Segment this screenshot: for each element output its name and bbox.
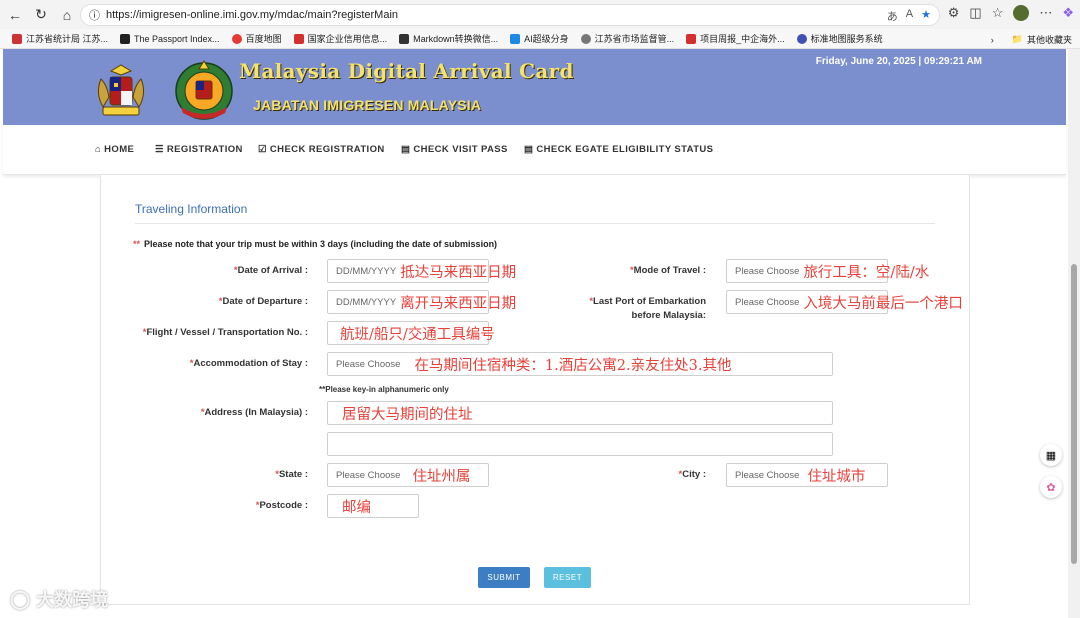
other-bookmarks[interactable]: › 📁 其他收藏夹 <box>991 33 1072 46</box>
bookmark-item[interactable]: Markdown转换微信... <box>399 32 498 45</box>
site-subtitle: JABATAN IMIGRESEN MALAYSIA <box>253 97 482 113</box>
date-of-arrival-label: *Date of Arrival : <box>233 265 308 276</box>
copilot-icon[interactable]: ❖ <box>1062 5 1074 21</box>
bookmark-icon <box>12 33 22 44</box>
document-icon: ▤ <box>401 144 411 155</box>
accommodation-label: *Accommodation of Stay : <box>189 358 308 369</box>
page-content: Malaysia Digital Arrival Card JABATAN IM… <box>0 49 1068 618</box>
nav-registration[interactable]: ☰ REGISTRATION <box>155 144 243 155</box>
watermark-logo-icon: ◯ <box>10 588 31 609</box>
scrollbar-thumb[interactable] <box>1071 264 1077 564</box>
globe-icon <box>796 33 807 44</box>
address-line-1-input[interactable]: 居留大马期间的住址 <box>327 401 833 425</box>
annotation-departure: 离开马来西亚日期 <box>400 295 517 312</box>
address-bar[interactable]: ⓘ https://imigresen-online.imi.gov.my/md… <box>80 4 940 26</box>
ai-icon <box>510 33 521 44</box>
annotation-mode: 旅行工具：空/陆/水 <box>803 264 930 281</box>
divider <box>135 223 935 224</box>
alphanumeric-hint: **Please key-in alphanumeric only <box>319 385 449 394</box>
nav-check-registration[interactable]: ☑ CHECK REGISTRATION <box>258 144 385 155</box>
bookmark-icon <box>120 33 131 44</box>
address-line-2-input[interactable] <box>327 432 833 456</box>
annotation-state: 住址州属 <box>412 468 471 485</box>
annotation-last-port: 入境大马前最后一个港口 <box>803 295 963 312</box>
date-of-departure-input[interactable]: DD/MM/YYYY 离开马来西亚日期 <box>327 290 516 314</box>
submit-button[interactable]: SUBMIT <box>478 567 530 588</box>
split-screen-icon[interactable]: ◫ <box>969 5 981 21</box>
home-icon: ⌂ <box>95 144 102 155</box>
folder-icon: 📁 <box>1011 34 1023 44</box>
flight-number-label: *Flight / Vessel / Transportation No. : <box>142 327 308 338</box>
state-label: *State : <box>275 469 308 480</box>
reload-icon[interactable]: ↻ <box>28 2 54 28</box>
apps-icon[interactable]: ▦ <box>1040 444 1062 466</box>
nav-check-egate[interactable]: ▤ CHECK EGATE ELIGIBILITY STATUS <box>524 144 713 155</box>
bookmark-item[interactable]: 项目周报_中企海外... <box>686 32 785 45</box>
favorites-icon[interactable]: ☆ <box>992 5 1004 21</box>
profile-avatar[interactable] <box>1013 5 1030 21</box>
annotation-arrival: 抵达马来西亚日期 <box>400 264 517 281</box>
trip-note: ** Please note that your trip must be wit… <box>133 239 498 249</box>
translate-icon[interactable]: あ <box>887 8 898 24</box>
bookmark-item[interactable]: AI超级分身 <box>510 32 569 45</box>
section-title: Traveling Information <box>135 202 248 216</box>
annotation-postcode: 邮编 <box>342 499 371 516</box>
nav-home[interactable]: ⌂ HOME <box>95 144 134 155</box>
extensions-icon[interactable]: ⚙ <box>948 5 960 21</box>
annotation-city: 住址城市 <box>807 468 866 485</box>
bookmark-icon <box>399 33 410 44</box>
bookmark-item[interactable]: 百度地图 <box>231 32 282 45</box>
browser-toolbar: ← ↻ ⌂ ⓘ https://imigresen-online.imi.gov… <box>0 0 1080 29</box>
bookmarks-bar: 江苏省统计局 江苏... The Passport Index... 百度地图 … <box>0 29 1080 49</box>
list-icon: ☰ <box>155 144 164 155</box>
document-icon: ▤ <box>524 144 534 155</box>
bookmark-item[interactable]: 标准地图服务系统 <box>796 32 883 45</box>
check-square-icon: ☑ <box>258 144 267 155</box>
reset-button[interactable]: RESET <box>544 567 591 588</box>
state-select[interactable]: Please Choose 住址州属 <box>327 463 489 487</box>
flight-number-input[interactable]: 航班/船只/交通工具编号 <box>327 321 495 345</box>
map-pin-icon <box>231 33 242 44</box>
mode-of-travel-select[interactable]: Please Choose 旅行工具：空/陆/水 <box>726 259 929 283</box>
annotation-address: 居留大马期间的住址 <box>342 406 473 423</box>
site-header: Malaysia Digital Arrival Card JABATAN IM… <box>3 49 1066 125</box>
main-nav: ⌂ HOME ☰ REGISTRATION ☑ CHECK REGISTRATION … <box>3 125 1066 175</box>
immigration-emblem-logo <box>175 60 233 120</box>
bookmark-item[interactable]: The Passport Index... <box>120 33 220 44</box>
last-port-label: *Last Port of Embarkation before Malaysi… <box>589 296 706 321</box>
favorite-star-icon[interactable]: ★ <box>921 8 931 24</box>
read-aloud-icon[interactable]: A <box>906 8 913 24</box>
site-info-icon[interactable]: ⓘ <box>89 7 100 23</box>
emblem-icon <box>686 33 697 44</box>
annotation-flight: 航班/船只/交通工具编号 <box>340 326 495 343</box>
city-select[interactable]: Please Choose 住址城市 <box>726 463 888 487</box>
bookmark-item[interactable]: 国家企业信用信息... <box>293 32 387 45</box>
address-label: *Address (In Malaysia) : <box>200 407 308 418</box>
url-text: https://imigresen-online.imi.gov.my/mdac… <box>106 9 399 21</box>
assistant-icon[interactable]: ✿ <box>1040 476 1062 498</box>
emblem-icon <box>293 33 304 44</box>
bookmark-item[interactable]: 江苏省市场监督管... <box>580 32 674 45</box>
page-scrollbar[interactable] <box>1068 49 1080 618</box>
current-datetime: Friday, June 20, 2025 | 09:29:21 AM <box>815 56 982 67</box>
mode-of-travel-label: *Mode of Travel : <box>629 265 706 276</box>
postcode-label: *Postcode : <box>255 500 308 511</box>
date-of-arrival-input[interactable]: DD/MM/YYYY 抵达马来西亚日期 <box>327 259 516 283</box>
nav-check-visit-pass[interactable]: ▤ CHECK VISIT PASS <box>401 144 508 155</box>
chevron-right-icon[interactable]: › <box>991 35 994 45</box>
home-icon[interactable]: ⌂ <box>54 2 80 28</box>
postcode-input[interactable]: 邮编 <box>327 494 419 518</box>
watermark: ◯ 大数跨境 <box>10 588 109 611</box>
last-port-select[interactable]: Please Choose 入境大马前最后一个港口 <box>726 290 963 314</box>
city-label: *City : <box>678 469 706 480</box>
date-of-departure-label: *Date of Departure : <box>218 296 308 307</box>
menu-icon[interactable]: ⋯ <box>1039 5 1052 21</box>
bookmark-item[interactable]: 江苏省统计局 江苏... <box>12 32 108 45</box>
coat-of-arms-logo <box>97 64 145 116</box>
back-icon[interactable]: ← <box>2 2 28 28</box>
site-title: Malaysia Digital Arrival Card <box>239 59 574 83</box>
accommodation-select[interactable]: Please Choose 在马期间住宿种类：1.酒店公寓2.亲友住处3.其他 <box>327 352 833 376</box>
annotation-accommodation: 在马期间住宿种类：1.酒店公寓2.亲友住处3.其他 <box>414 357 732 374</box>
globe-icon <box>580 33 591 44</box>
